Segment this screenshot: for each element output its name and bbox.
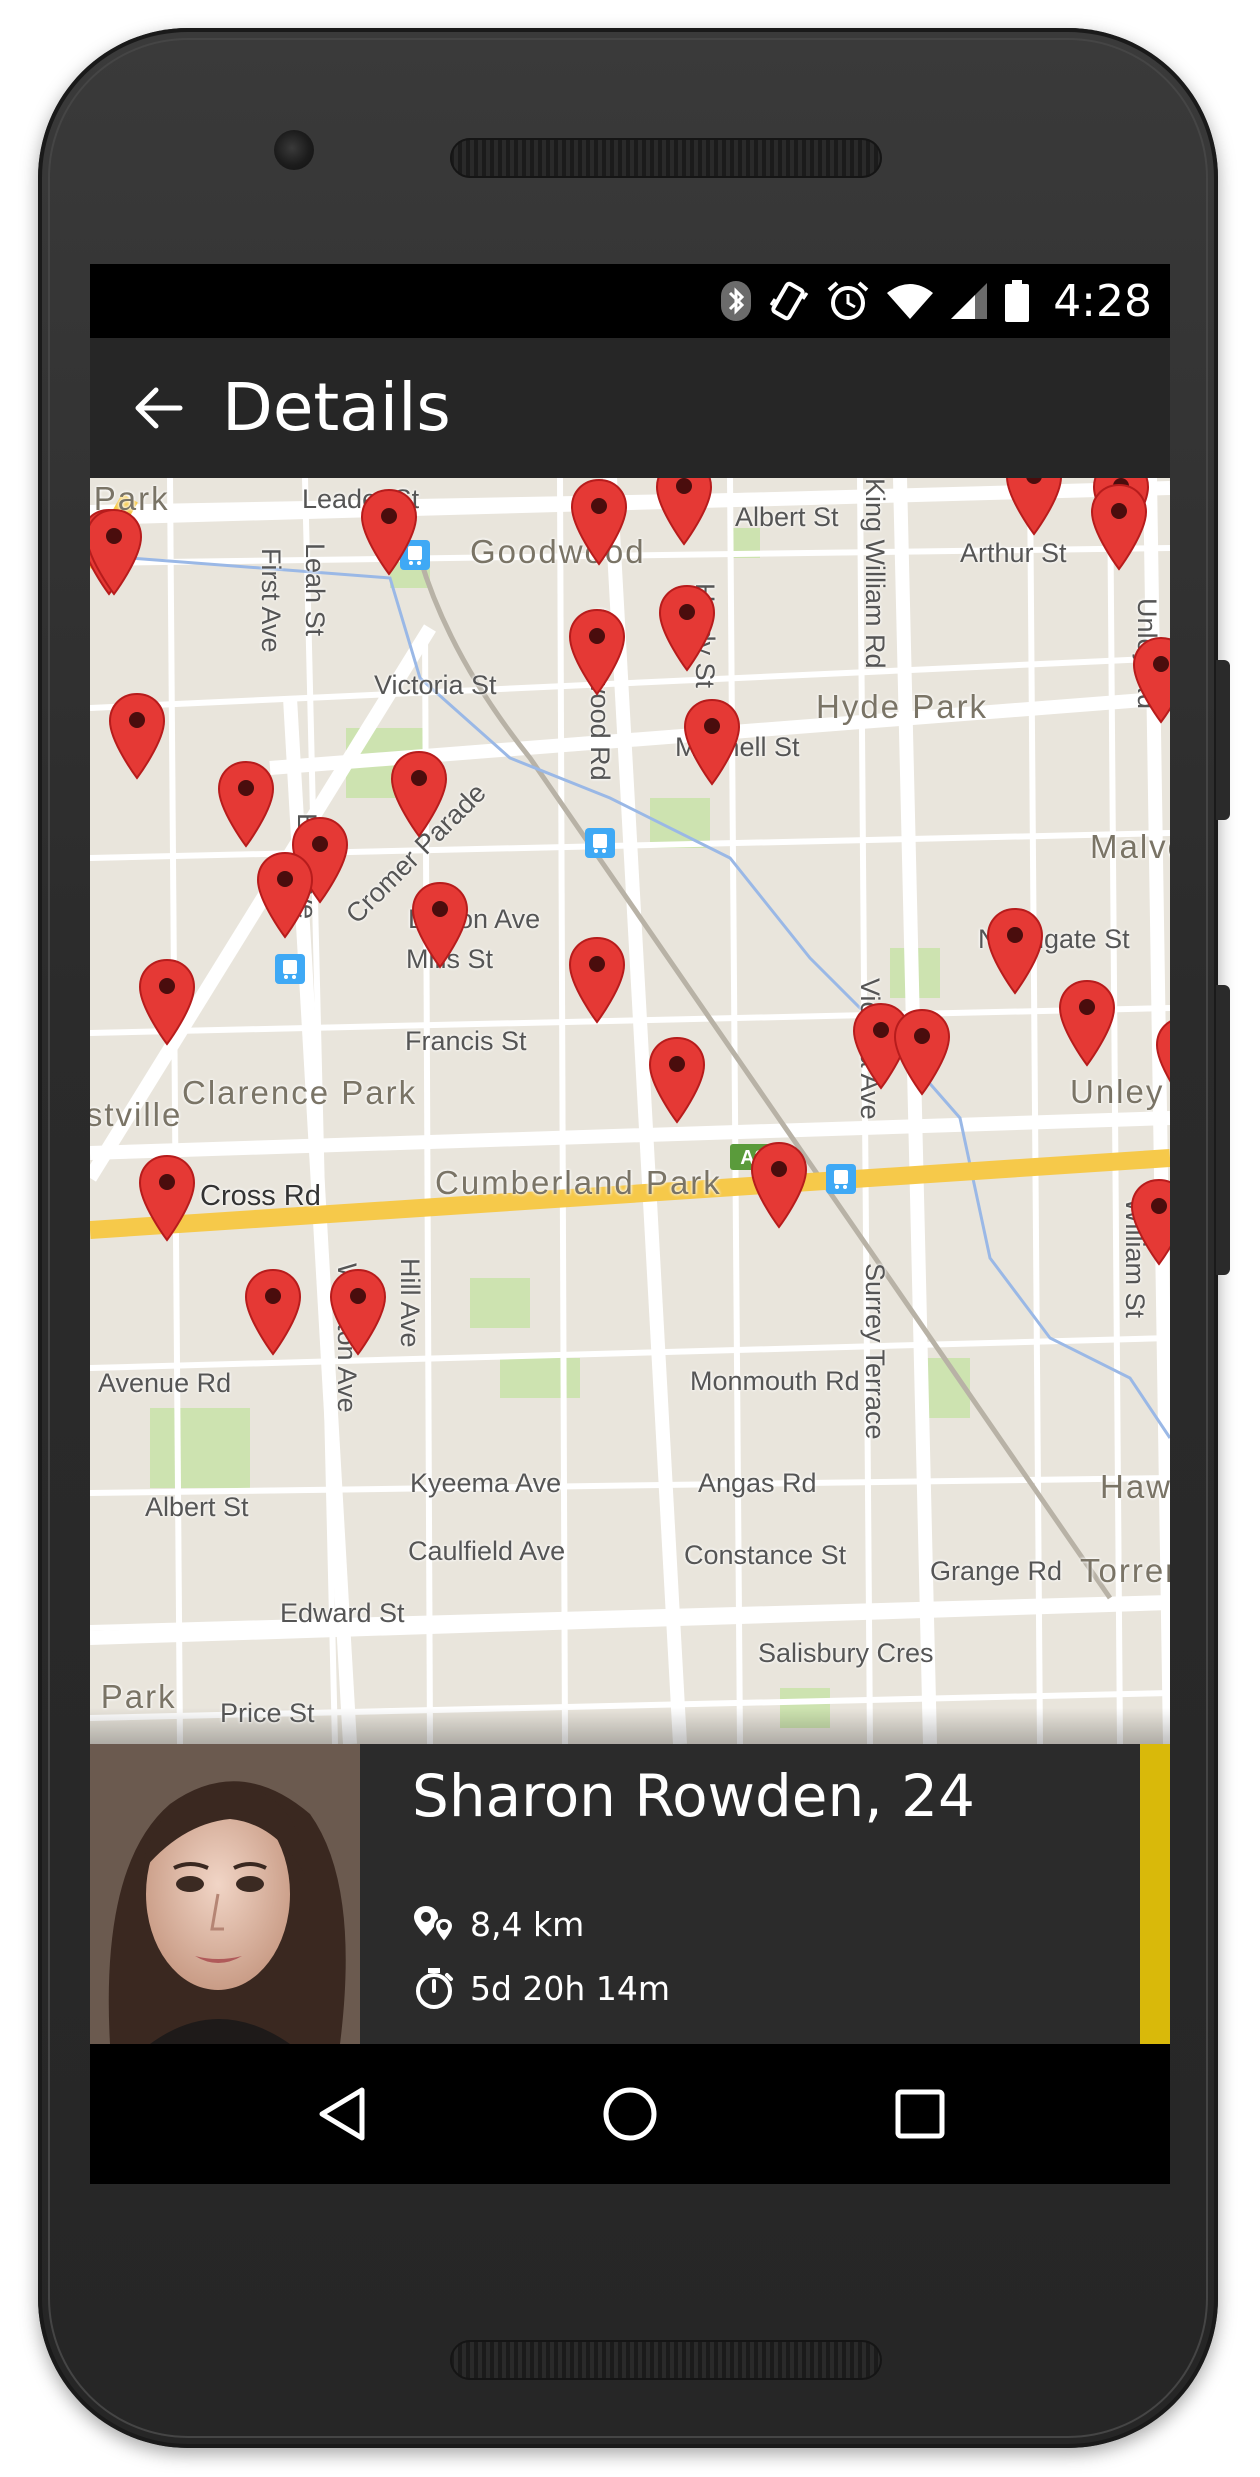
status-bar: 4:28 xyxy=(90,264,1170,338)
map-pin-icon[interactable] xyxy=(658,584,716,672)
profile-name: Sharon Rowden, 24 xyxy=(412,1762,975,1830)
map-pin-icon[interactable] xyxy=(893,1008,951,1096)
home-circle-icon[interactable] xyxy=(600,2084,660,2144)
bus-stop-icon[interactable] xyxy=(826,1164,856,1194)
recents-square-icon[interactable] xyxy=(890,2084,950,2144)
map-pin-icon[interactable] xyxy=(90,508,143,596)
map-pin-icon[interactable] xyxy=(570,478,628,566)
map-pin-icon[interactable] xyxy=(1090,483,1148,571)
map-label-street: Edward St xyxy=(280,1598,405,1628)
map-label-street: Angas Rd xyxy=(698,1468,817,1498)
map-label-street: Arthur St xyxy=(960,538,1067,568)
battery-icon xyxy=(1005,280,1030,322)
map-pin-icon[interactable] xyxy=(1155,1016,1170,1104)
map-pin-icon[interactable] xyxy=(138,1154,196,1242)
map-label-street: Kyeema Ave xyxy=(410,1468,562,1498)
alarm-icon xyxy=(827,281,869,320)
bus-stop-icon[interactable] xyxy=(585,828,615,858)
map-label-street: Monmouth Rd xyxy=(690,1366,860,1396)
map-pin-icon[interactable] xyxy=(360,488,418,576)
map-pin-icon[interactable] xyxy=(1130,1178,1170,1266)
power-button xyxy=(1216,660,1230,820)
map-label-street: Leah St xyxy=(300,543,330,637)
map-pin-icon[interactable] xyxy=(244,1268,302,1356)
map-label-suburb: Everard Park xyxy=(90,1678,177,1715)
map-label-street: Constance St xyxy=(684,1540,847,1570)
timer-row: 5d 20h 14m xyxy=(412,1966,670,2010)
map-pin-icon[interactable] xyxy=(568,608,626,696)
screen: 4:28 Details A3 Leader St Albert St Arth… xyxy=(90,264,1170,2184)
map-label-street: Albert St xyxy=(735,502,839,532)
location-pins-icon xyxy=(414,1906,455,1944)
map-label-suburb: Clarence Park xyxy=(182,1074,418,1111)
map-label-street: Surrey Terrace xyxy=(860,1263,890,1440)
map-label-street: Hill Ave xyxy=(395,1258,425,1348)
time-left-value: 5d 20h 14m xyxy=(470,1968,670,2008)
map-label-suburb: Torrens Park xyxy=(1080,1552,1170,1589)
profile-card[interactable]: Sharon Rowden, 24 8,4 km 5d 20h 14m xyxy=(90,1744,1170,2044)
map-pin-icon[interactable] xyxy=(683,698,741,786)
map-label-street: Grange Rd xyxy=(930,1556,1063,1586)
front-camera xyxy=(274,130,314,170)
app-bar: Details xyxy=(90,338,1170,478)
map-view[interactable]: A3 Leader St Albert St Arthur St Victori… xyxy=(90,478,1170,1744)
map-label-street: Price St xyxy=(220,1698,315,1728)
map-label-street: Caulfield Ave xyxy=(408,1536,566,1566)
volume-button xyxy=(1216,985,1230,1275)
distance-row: 8,4 km xyxy=(412,1904,584,1944)
arrow-left-icon[interactable] xyxy=(128,378,188,438)
back-triangle-icon[interactable] xyxy=(312,2084,372,2144)
map-pin-icon[interactable] xyxy=(986,907,1044,995)
page-title: Details xyxy=(222,369,451,446)
map-pin-icon[interactable] xyxy=(217,760,275,848)
bus-stop-icon[interactable] xyxy=(275,954,305,984)
map-pin-icon[interactable] xyxy=(568,936,626,1024)
map-label-street: Francis St xyxy=(405,1026,527,1056)
map-pin-icon[interactable] xyxy=(655,478,713,546)
map-pin-icon[interactable] xyxy=(256,851,314,939)
vibrate-icon xyxy=(769,281,809,321)
map-pin-icon[interactable] xyxy=(108,692,166,780)
distance-value: 8,4 km xyxy=(470,1904,585,1944)
bottom-speaker-grille xyxy=(450,2340,882,2380)
map-label-street: Cross Rd xyxy=(200,1180,321,1212)
map-pin-icon[interactable] xyxy=(1132,636,1170,724)
map-label-street: Avenue Rd xyxy=(98,1368,232,1398)
accent-bar xyxy=(1140,1744,1170,2044)
map-label-street: Victoria St xyxy=(374,670,497,700)
stopwatch-icon xyxy=(416,1968,453,2009)
map-label-suburb: Hyde Park xyxy=(816,688,989,725)
map-label-suburb: Cumberland Park xyxy=(435,1164,722,1201)
map-label-street: King William Rd xyxy=(860,478,890,669)
map-pin-icon[interactable] xyxy=(411,881,469,969)
top-speaker-grille xyxy=(450,138,882,178)
map-label-suburb: Forestville xyxy=(90,1096,183,1133)
map-pin-icon[interactable] xyxy=(329,1268,387,1356)
map-pin-icon[interactable] xyxy=(1058,979,1116,1067)
map-label-street: Albert St xyxy=(145,1492,249,1522)
map-pin-icon[interactable] xyxy=(1005,478,1063,536)
wifi-icon xyxy=(887,284,934,319)
map-label-suburb: Malvern xyxy=(1090,828,1170,865)
signal-icon xyxy=(951,283,988,319)
map-label-suburb: Hawthorn xyxy=(1100,1468,1170,1505)
status-clock: 4:28 xyxy=(1053,275,1152,327)
nav-bar xyxy=(90,2044,1170,2184)
avatar[interactable] xyxy=(90,1744,360,2044)
map-label-street: Salisbury Cres xyxy=(758,1638,934,1668)
map-label-street: First Ave xyxy=(256,548,286,653)
map-pin-icon[interactable] xyxy=(750,1141,808,1229)
map-pin-icon[interactable] xyxy=(648,1036,706,1124)
map-pin-icon[interactable] xyxy=(390,750,448,838)
map-pin-icon[interactable] xyxy=(138,958,196,1046)
bluetooth-icon xyxy=(721,281,752,321)
